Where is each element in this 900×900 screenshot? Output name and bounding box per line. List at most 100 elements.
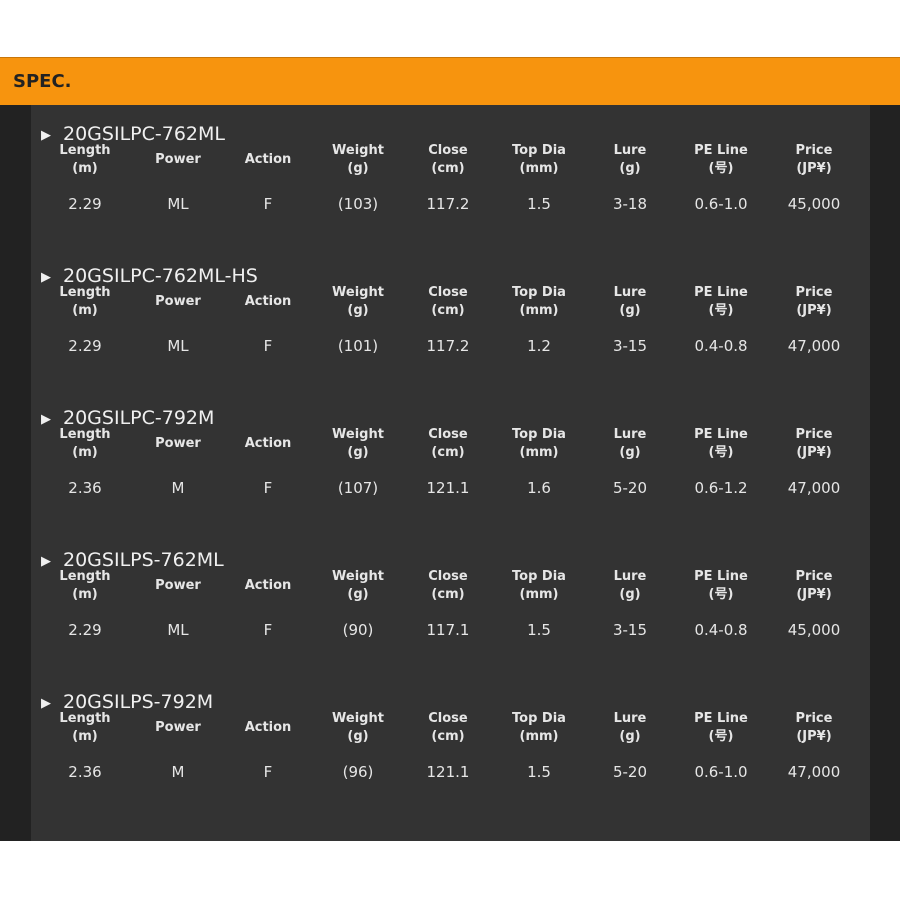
column-header-label: Top Dia	[512, 143, 566, 158]
column-header: Lure (g)	[585, 426, 675, 462]
column-header: Top Dia (mm)	[494, 284, 584, 320]
spec-value: (90)	[342, 621, 374, 639]
column-header-label: Close	[428, 569, 468, 584]
column-header-unit: (cm)	[431, 161, 465, 176]
column-header: Length (m)	[40, 426, 130, 462]
spec-value: F	[263, 337, 273, 355]
column-header: Weight (g)	[313, 568, 403, 604]
column-header: PE Line (号)	[676, 142, 766, 178]
column-header-label: Lure	[613, 427, 647, 442]
spec-value: 2.29	[68, 621, 102, 639]
column-header-label: PE Line	[694, 427, 748, 442]
column-header: Length (m)	[40, 142, 130, 178]
column-header-label: Length	[59, 711, 111, 726]
spec-value: 2.29	[68, 195, 102, 213]
column-header: Weight (g)	[313, 284, 403, 320]
column-header-label: Power	[155, 578, 201, 593]
column-header: Price (JP¥)	[769, 710, 859, 746]
spec-value: 1.2	[527, 337, 551, 355]
column-header-label: Power	[155, 720, 201, 735]
spec-value: 117.2	[426, 337, 470, 355]
column-header-label: Action	[244, 152, 292, 167]
column-header-label: Action	[244, 436, 292, 451]
column-header: Power	[133, 710, 223, 746]
spec-value: 5-20	[612, 763, 648, 781]
column-header: Power	[133, 568, 223, 604]
column-header: Lure (g)	[585, 142, 675, 178]
model-spec-block: ▶ 20GSILPC-762ML Length (m) 2.29 Power ML Actio…	[31, 120, 870, 262]
column-header-label: Weight	[332, 427, 384, 442]
column-header: Power	[133, 284, 223, 320]
column-header: Close (cm)	[403, 568, 493, 604]
column-header-unit: (号)	[708, 445, 734, 460]
spec-value: 47,000	[787, 763, 841, 781]
model-spec-block: ▶ 20GSILPS-792M Length (m) 2.36 Power M Action F…	[31, 688, 870, 830]
spec-value: (96)	[342, 763, 374, 781]
column-header-label: Close	[428, 285, 468, 300]
column-header: Close (cm)	[403, 710, 493, 746]
column-header: Top Dia (mm)	[494, 710, 584, 746]
column-header: Length (m)	[40, 568, 130, 604]
column-header-unit: (JP¥)	[796, 303, 832, 318]
column-header: Price (JP¥)	[769, 284, 859, 320]
column-header: Close (cm)	[403, 142, 493, 178]
spec-value: 1.5	[527, 621, 551, 639]
column-header-unit: (JP¥)	[796, 161, 832, 176]
spec-value: 2.36	[68, 763, 102, 781]
model-spec-block: ▶ 20GSILPC-792M Length (m) 2.36 Power M Action F…	[31, 404, 870, 546]
column-header-unit: (JP¥)	[796, 729, 832, 744]
column-header-label: Close	[428, 143, 468, 158]
column-header-label: Weight	[332, 711, 384, 726]
column-header: Top Dia (mm)	[494, 142, 584, 178]
column-header-label: Weight	[332, 569, 384, 584]
column-header-unit: (mm)	[519, 729, 559, 744]
column-header-unit: (m)	[72, 161, 98, 176]
spec-value: (107)	[337, 479, 379, 497]
column-header-label: Length	[59, 569, 111, 584]
column-header-label: Top Dia	[512, 569, 566, 584]
column-header-unit: (g)	[347, 729, 369, 744]
column-header-label: Price	[795, 285, 833, 300]
column-header-unit: (cm)	[431, 445, 465, 460]
spec-value: 3-18	[612, 195, 648, 213]
column-header: Price (JP¥)	[769, 426, 859, 462]
model-spec-block: ▶ 20GSILPC-762ML-HS Length (m) 2.29 Power ML Ac…	[31, 262, 870, 404]
spec-value: 0.4-0.8	[694, 621, 748, 639]
column-header-label: PE Line	[694, 143, 748, 158]
column-header-label: Price	[795, 143, 833, 158]
column-header-label: Length	[59, 285, 111, 300]
column-header: Top Dia (mm)	[494, 568, 584, 604]
spec-value: 45,000	[787, 621, 841, 639]
column-header-unit: (cm)	[431, 587, 465, 602]
spec-value: 121.1	[426, 763, 470, 781]
column-header-label: Power	[155, 436, 201, 451]
column-header: PE Line (号)	[676, 284, 766, 320]
column-header: Lure (g)	[585, 284, 675, 320]
spec-value: 1.5	[527, 195, 551, 213]
column-header: Top Dia (mm)	[494, 426, 584, 462]
column-header-label: Lure	[613, 711, 647, 726]
column-header-label: PE Line	[694, 711, 748, 726]
spec-header: SPEC.	[0, 57, 900, 105]
column-header-label: Power	[155, 294, 201, 309]
spec-value: 47,000	[787, 479, 841, 497]
column-header-label: PE Line	[694, 285, 748, 300]
column-header: Action	[223, 568, 313, 604]
column-header-label: Price	[795, 711, 833, 726]
column-header-label: Power	[155, 152, 201, 167]
column-header-unit: (g)	[619, 445, 641, 460]
column-header-label: Length	[59, 427, 111, 442]
column-header-unit: (JP¥)	[796, 587, 832, 602]
column-header: Price (JP¥)	[769, 142, 859, 178]
column-header: Action	[223, 142, 313, 178]
column-header: Weight (g)	[313, 426, 403, 462]
column-header-label: Top Dia	[512, 427, 566, 442]
column-header: PE Line (号)	[676, 426, 766, 462]
column-header-label: PE Line	[694, 569, 748, 584]
spec-value: 2.29	[68, 337, 102, 355]
column-header-unit: (g)	[619, 587, 641, 602]
spec-value: 1.6	[527, 479, 551, 497]
column-header-label: Lure	[613, 569, 647, 584]
spec-value: ML	[167, 337, 189, 355]
spec-value: 117.2	[426, 195, 470, 213]
